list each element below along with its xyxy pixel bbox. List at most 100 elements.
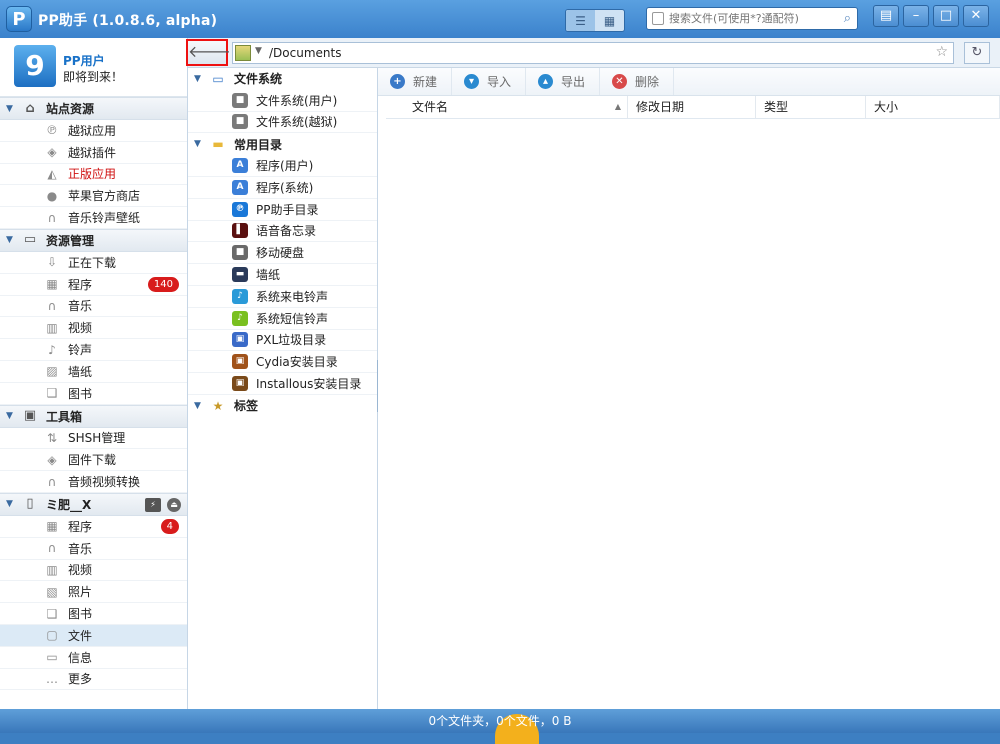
star-icon[interactable]: ☆ <box>935 44 948 60</box>
tree-group-header[interactable]: ▼ ▬ 常用目录 <box>188 133 377 155</box>
import-icon: ▾ <box>464 74 479 89</box>
chevron-down-icon[interactable]: ▼ <box>255 46 262 56</box>
toolbar-button-label: 删除 <box>635 75 660 89</box>
chevron-down-icon[interactable]: ▼ <box>6 499 14 509</box>
toolbar-button[interactable]: ✕ 删除 <box>604 68 674 95</box>
toolbar-button[interactable]: ▴ 导出 <box>530 68 600 95</box>
tree-item[interactable]: ℗ PP助手目录 <box>188 199 377 221</box>
tree-item[interactable]: ■ 文件系统(越狱) <box>188 112 377 134</box>
column-header-label: 大小 <box>874 100 899 114</box>
tree-item-label: 程序(系统) <box>256 180 314 195</box>
chevron-down-icon[interactable]: ▼ <box>6 235 14 245</box>
column-header[interactable]: 大小 <box>866 96 1000 118</box>
sidebar-item[interactable]: ▭ 信息 <box>0 647 187 669</box>
eject-icon[interactable]: ⏏ <box>167 497 181 512</box>
comment-icon[interactable]: ▤ <box>873 5 899 27</box>
sidebar-item[interactable]: ▥ 视频 <box>0 560 187 582</box>
sidebar-item[interactable]: … 更多 <box>0 669 187 691</box>
grid-view-icon[interactable]: ▦ <box>595 10 624 31</box>
title-bar: P PP助手 (1.0.8.6, alpha) ☰ ▦ ⌕ ▤ – □ ✕ <box>0 0 1000 38</box>
apps-icon: ▦ <box>46 277 58 292</box>
chat-icon: ▭ <box>46 650 58 665</box>
sidebar-item[interactable]: ❑ 图书 <box>0 383 187 405</box>
sidebar-item[interactable]: ▢ 文件 <box>0 624 187 647</box>
sidebar-item[interactable]: ∩ 音频视频转换 <box>0 471 187 493</box>
sidebar-section-title: 工具箱 <box>46 409 83 424</box>
toolbar-button[interactable]: + 新建 <box>382 68 452 95</box>
toolbar-button[interactable]: ▾ 导入 <box>456 68 526 95</box>
tree-item-label: 文件系统(越狱) <box>256 115 338 130</box>
tree-group-header[interactable]: ▼ ★ 标签 <box>188 395 377 417</box>
sidebar-item-label: 墙纸 <box>68 364 93 379</box>
column-header[interactable]: 文件名 ▲ <box>386 96 628 118</box>
column-header[interactable]: 修改日期 <box>628 96 756 118</box>
tree-item[interactable]: ▣ Installous安装目录 <box>188 373 377 395</box>
tree-item[interactable]: ■ 文件系统(用户) <box>188 90 377 112</box>
maximize-icon[interactable]: □ <box>933 5 959 27</box>
tree-item[interactable]: ▬ 墙纸 <box>188 264 377 286</box>
search-icon[interactable]: ⌕ <box>844 11 851 26</box>
sidebar-item[interactable]: ◈ 越狱插件 <box>0 142 187 164</box>
list-view-icon[interactable]: ☰ <box>566 10 595 31</box>
status-text: 0个文件夹，0个文件，0 B <box>428 714 572 728</box>
location-icon[interactable] <box>235 45 251 61</box>
tree-item[interactable]: ▌ 语音备忘录 <box>188 221 377 243</box>
user-name[interactable]: PP用户 <box>63 52 105 69</box>
chevron-down-icon[interactable]: ▼ <box>6 104 14 114</box>
refresh-icon[interactable]: ↻ <box>964 42 990 64</box>
avatar[interactable]: 9 <box>14 45 56 87</box>
sidebar-section-header[interactable]: ▼ ⌂ 站点资源 <box>0 97 187 120</box>
chevron-down-icon[interactable]: ▼ <box>194 139 202 149</box>
chevron-down-icon[interactable]: ▼ <box>6 411 14 421</box>
voice-icon: ▌ <box>232 223 248 239</box>
sidebar-item[interactable]: ℗ 越狱应用 <box>0 120 187 142</box>
sidebar-item[interactable]: ⇅ SHSH管理 <box>0 428 187 450</box>
sidebar-item[interactable]: ● 苹果官方商店 <box>0 185 187 208</box>
tree-item[interactable]: ▣ PXL垃圾目录 <box>188 330 377 352</box>
sidebar-item[interactable]: ∩ 音乐 <box>0 296 187 318</box>
tree-group-header[interactable]: ▼ ▭ 文件系统 <box>188 68 377 90</box>
sidebar-section-header[interactable]: ▼ ▣ 工具箱 <box>0 404 187 428</box>
battery-icon[interactable]: ⚡ <box>145 497 161 512</box>
close-icon[interactable]: ✕ <box>963 5 989 27</box>
tree-item[interactable]: A 程序(系统) <box>188 177 377 199</box>
tree-item-label: 墙纸 <box>256 268 281 283</box>
minimize-icon[interactable]: – <box>903 5 929 27</box>
sidebar-item[interactable]: ▨ 墙纸 <box>0 361 187 383</box>
chevron-down-icon[interactable]: ▼ <box>194 401 202 411</box>
sidebar-item[interactable]: ▥ 视频 <box>0 317 187 340</box>
status-bar: 0个文件夹，0个文件，0 B <box>0 709 1000 744</box>
tree-item-label: 系统来电铃声 <box>256 289 329 304</box>
sidebar-section-header[interactable]: ▼ ▯ ミ肥__X ⚡ ⏏ <box>0 492 187 516</box>
sidebar-section-header[interactable]: ▼ ▭ 资源管理 <box>0 228 187 252</box>
sidebar-item[interactable]: ◈ 固件下载 <box>0 449 187 472</box>
sidebar-item-label: 固件下载 <box>68 453 117 468</box>
sidebar-item[interactable]: ▧ 照片 <box>0 581 187 604</box>
sidebar-item[interactable]: ▦ 程序 4 <box>0 516 187 538</box>
tree-item[interactable]: ■ 移动硬盘 <box>188 242 377 265</box>
sidebar-item[interactable]: ∩ 音乐铃声壁纸 <box>0 207 187 229</box>
app-logo-icon: P <box>6 6 32 32</box>
tree-item[interactable]: ♪ 系统来电铃声 <box>188 286 377 308</box>
chevron-down-icon[interactable]: ▼ <box>194 74 202 84</box>
sidebar-item[interactable]: ❑ 图书 <box>0 603 187 625</box>
user-status: 即将到来！ <box>63 70 124 84</box>
back-button[interactable]: 🡐 <box>186 39 231 66</box>
tree-item[interactable]: ▣ Cydia安装目录 <box>188 351 377 374</box>
sort-up-icon[interactable]: ▲ <box>615 96 621 118</box>
sidebar-item[interactable]: ◭ 正版应用 <box>0 164 187 186</box>
book-icon: ❑ <box>46 606 58 621</box>
tree-item[interactable]: ♪ 系统短信铃声 <box>188 308 377 330</box>
sidebar-item[interactable]: ♪ 铃声 <box>0 339 187 361</box>
column-header[interactable]: 类型 <box>756 96 866 118</box>
tree-item[interactable]: A 程序(用户) <box>188 155 377 177</box>
file-area: + 新建 ▾ 导入 ▴ 导出 ✕ 删除 文件名 ▲ 修改日期 类型 大小 <box>378 68 1000 709</box>
sidebar-item[interactable]: ▦ 程序 140 <box>0 274 187 296</box>
appstore-icon: A <box>232 179 248 195</box>
path-text[interactable]: /Documents <box>269 46 341 60</box>
count-badge: 4 <box>160 518 179 534</box>
sidebar-item[interactable]: ⇩ 正在下载 <box>0 252 187 274</box>
sidebar-item[interactable]: ∩ 音乐 <box>0 538 187 560</box>
search-input[interactable] <box>669 10 834 27</box>
tree-item-label: PXL垃圾目录 <box>256 333 327 348</box>
